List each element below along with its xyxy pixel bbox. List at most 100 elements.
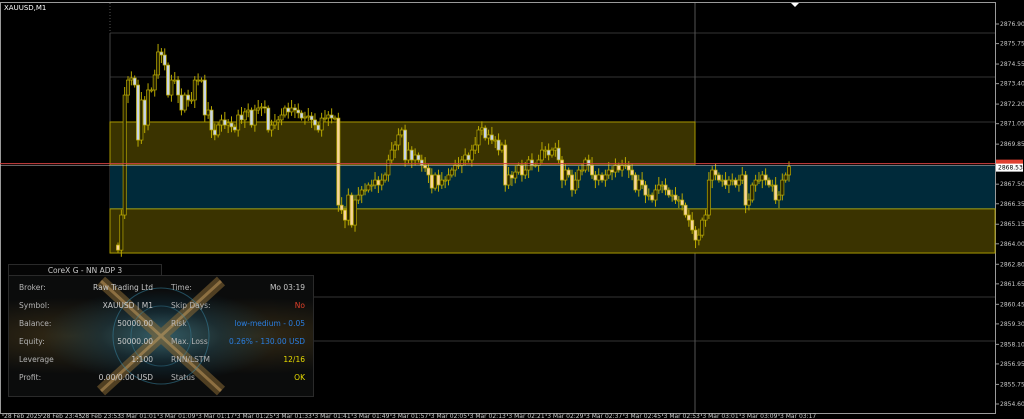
- candle-body: [156, 51, 161, 76]
- candle-body: [656, 184, 661, 191]
- candle-body: [433, 174, 438, 189]
- chart-symbol-title: XAUUSD,M1: [4, 4, 47, 12]
- candle-body: [429, 174, 434, 189]
- candle-body: [570, 174, 574, 191]
- candle-body: [329, 114, 334, 119]
- price-tick-label: 2869.85: [1000, 141, 1024, 148]
- time-tick-label: 3 Mar 01:57: [392, 413, 428, 419]
- candle-body: [680, 199, 685, 206]
- candle-body: [256, 107, 261, 111]
- panel-row: Equity: 50000.00 Max. Loss 0.26% - 130.00 U…: [9, 336, 313, 348]
- candle: [159, 48, 164, 64]
- candle: [433, 172, 438, 191]
- candle-body: [576, 169, 581, 181]
- panel-row: Symbol: XAUUSD | M1 Skip Days: No: [9, 300, 313, 312]
- candle-body: [299, 112, 304, 119]
- candle: [286, 102, 291, 119]
- candle-body: [583, 159, 588, 171]
- time-tick-label: 3 Mar 02:53: [664, 413, 700, 419]
- panel-label-2: Status: [171, 373, 195, 382]
- candle: [249, 107, 254, 128]
- panel-value: 50000.00: [117, 337, 153, 346]
- time-tick-label: 3 Mar 02:05: [431, 413, 467, 419]
- candle-body: [169, 79, 174, 96]
- price-tick-label: 2873.40: [1000, 81, 1024, 88]
- panel-value-2: 12/16: [283, 355, 305, 364]
- price-tick-label: 2859.30: [1000, 321, 1024, 328]
- candle-body: [376, 179, 381, 186]
- candle-body: [760, 174, 765, 181]
- candle-body: [359, 189, 364, 196]
- panel-label: Balance:: [19, 319, 52, 328]
- panel-value-2: 0.26% - 130.00 USD: [229, 337, 305, 346]
- candle-body: [666, 189, 671, 196]
- time-tick-label: 3 Mar 01:41: [314, 413, 350, 419]
- candle: [323, 110, 327, 122]
- candle-body: [476, 129, 481, 146]
- candle-body: [419, 159, 424, 166]
- candle: [179, 88, 184, 116]
- candle-body: [740, 174, 745, 181]
- candle: [136, 79, 140, 147]
- price-tick-label: 2858.10: [1000, 341, 1024, 348]
- candle-body: [459, 159, 464, 166]
- candle: [129, 71, 134, 86]
- candle-body: [246, 109, 251, 113]
- candle: [152, 69, 157, 97]
- price-tick-label: 2861.65: [1000, 281, 1024, 288]
- candle-body: [269, 124, 274, 131]
- candle-body: [186, 94, 191, 101]
- supply-zone: [109, 121, 696, 166]
- candle-body: [366, 184, 371, 191]
- candle-body: [192, 79, 197, 101]
- candle: [169, 74, 174, 102]
- price-tick-label: 2871.05: [1000, 121, 1024, 128]
- panel-label-2: Skip Days:: [171, 301, 211, 310]
- candle-body: [643, 184, 648, 196]
- candle-body: [706, 179, 711, 216]
- candle-body: [660, 184, 665, 187]
- candle-body: [726, 179, 731, 186]
- candle-body: [743, 174, 748, 206]
- candle: [146, 83, 150, 131]
- candle: [239, 106, 244, 124]
- candle-body: [590, 164, 594, 176]
- candle-body: [496, 139, 501, 151]
- candle: [216, 122, 221, 138]
- time-tick-label: 3 Mar 03:17: [780, 413, 816, 419]
- candle: [149, 87, 154, 93]
- demand-zone: [109, 208, 996, 254]
- candle: [189, 91, 194, 104]
- candle-body: [757, 179, 761, 182]
- time-tick-label: 3 Mar 01:33: [276, 413, 312, 419]
- candle-body: [239, 114, 244, 121]
- candle: [750, 182, 755, 203]
- candle-body: [399, 129, 404, 136]
- candle: [262, 100, 267, 114]
- candle-body: [600, 174, 605, 181]
- panel-row: Balance: 50000.00 Risk low-medium - 0.05: [9, 318, 313, 330]
- candle-body: [379, 179, 384, 186]
- candle-body: [463, 154, 468, 161]
- candle-body: [466, 154, 471, 161]
- candle-body: [142, 99, 147, 126]
- candle-body: [770, 184, 775, 187]
- candle: [683, 202, 688, 218]
- candle-body: [653, 189, 658, 201]
- panel-row: Broker: Raw Trading Ltd Time: Mo 03:19: [9, 282, 313, 294]
- candle: [329, 108, 334, 124]
- candle-body: [543, 149, 548, 152]
- candle-body: [343, 209, 347, 221]
- time-tick-label: 3 Mar 02:37: [586, 413, 622, 419]
- panel-label: Symbol:: [19, 301, 50, 310]
- time-tick-label: 28 Feb 23:53: [82, 413, 122, 419]
- candle-body: [349, 194, 354, 226]
- price-tick-label: 2855.75: [1000, 381, 1024, 388]
- candle-body: [296, 109, 301, 114]
- candle: [289, 100, 294, 116]
- candle-body: [479, 127, 484, 131]
- candle-body: [640, 179, 645, 186]
- candle-body: [489, 134, 494, 141]
- candle-body: [499, 144, 504, 151]
- price-tick-label: 2865.15: [1000, 221, 1024, 228]
